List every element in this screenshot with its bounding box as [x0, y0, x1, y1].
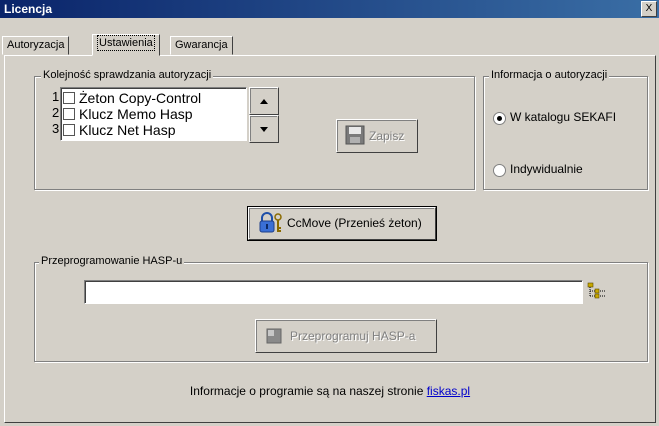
order-index-3: 3 [52, 121, 60, 136]
ccmove-button[interactable]: CcMove (Przenieś żeton) [247, 206, 437, 241]
tab-gwarancja[interactable]: Gwarancja [170, 36, 233, 55]
floppy-disk-icon [345, 125, 365, 145]
radio-individual[interactable] [493, 164, 506, 177]
title-bar: Licencja X [0, 0, 659, 18]
hasp-legend: Przeprogramowanie HASP-u [39, 255, 185, 267]
tab-ustawienia-label: Ustawienia [97, 35, 155, 51]
footer-info: Informacje o programie są na naszej stro… [5, 384, 655, 398]
up-arrow-icon [260, 99, 268, 104]
checkbox[interactable] [63, 124, 75, 137]
close-button[interactable]: X [641, 1, 657, 17]
list-item-label: Żeton Copy-Control [79, 90, 202, 106]
checkbox[interactable] [63, 108, 75, 121]
tab-autoryzacja[interactable]: Autoryzacja [2, 36, 70, 55]
radio-sekafi[interactable] [493, 112, 506, 125]
order-index-1: 1 [52, 89, 60, 104]
move-down-button[interactable] [249, 115, 279, 143]
tab-autoryzacja-label: Autoryzacja [7, 39, 65, 51]
padlock-key-icon [259, 212, 282, 233]
radio-sekafi-label: W katalogu SEKAFI [510, 110, 617, 124]
down-arrow-icon [260, 127, 268, 132]
website-link[interactable]: fiskas.pl [427, 384, 470, 398]
list-item[interactable]: Klucz Net Hasp [63, 122, 175, 138]
hasp-group: Przeprogramowanie HASP-u Przeprogramuj H… [34, 255, 648, 362]
reprogram-hasp-label: Przeprogramuj HASP-a [290, 329, 416, 343]
hasp-path-input[interactable] [84, 280, 583, 304]
radio-individual-label: Indywidualnie [510, 162, 583, 176]
list-item[interactable]: Klucz Memo Hasp [63, 106, 193, 122]
ccmove-button-label: CcMove (Przenieś żeton) [287, 216, 422, 230]
auth-order-group: Kolejność sprawdzania autoryzacji 1 2 3 … [34, 69, 475, 190]
hasp-chip-icon [266, 328, 282, 344]
settings-panel: Kolejność sprawdzania autoryzacji 1 2 3 … [4, 55, 656, 423]
save-button[interactable]: Zapisz [336, 119, 418, 153]
auth-order-list[interactable]: Żeton Copy-Control Klucz Memo Hasp Klucz… [60, 87, 247, 141]
reprogram-hasp-button[interactable]: Przeprogramuj HASP-a [255, 319, 437, 353]
tab-gwarancja-label: Gwarancja [175, 39, 228, 51]
footer-text: Informacje o programie są na naszej stro… [189, 384, 424, 398]
list-item-label: Klucz Net Hasp [79, 122, 176, 138]
tab-ustawienia[interactable]: Ustawienia [92, 34, 160, 56]
move-up-button[interactable] [249, 87, 279, 115]
checkbox[interactable] [63, 92, 75, 105]
auth-info-legend: Informacja o autoryzacji [489, 69, 610, 81]
auth-info-group: Informacja o autoryzacji W katalogu SEKA… [483, 69, 648, 190]
list-item-label: Klucz Memo Hasp [79, 106, 193, 122]
tree-browse-icon [587, 282, 606, 299]
list-item[interactable]: Żeton Copy-Control [63, 90, 201, 106]
browse-button[interactable] [587, 282, 607, 300]
window-title: Licencja [4, 2, 53, 16]
save-button-label: Zapisz [369, 129, 405, 143]
order-index-2: 2 [52, 105, 60, 120]
auth-order-legend: Kolejność sprawdzania autoryzacji [41, 69, 214, 81]
